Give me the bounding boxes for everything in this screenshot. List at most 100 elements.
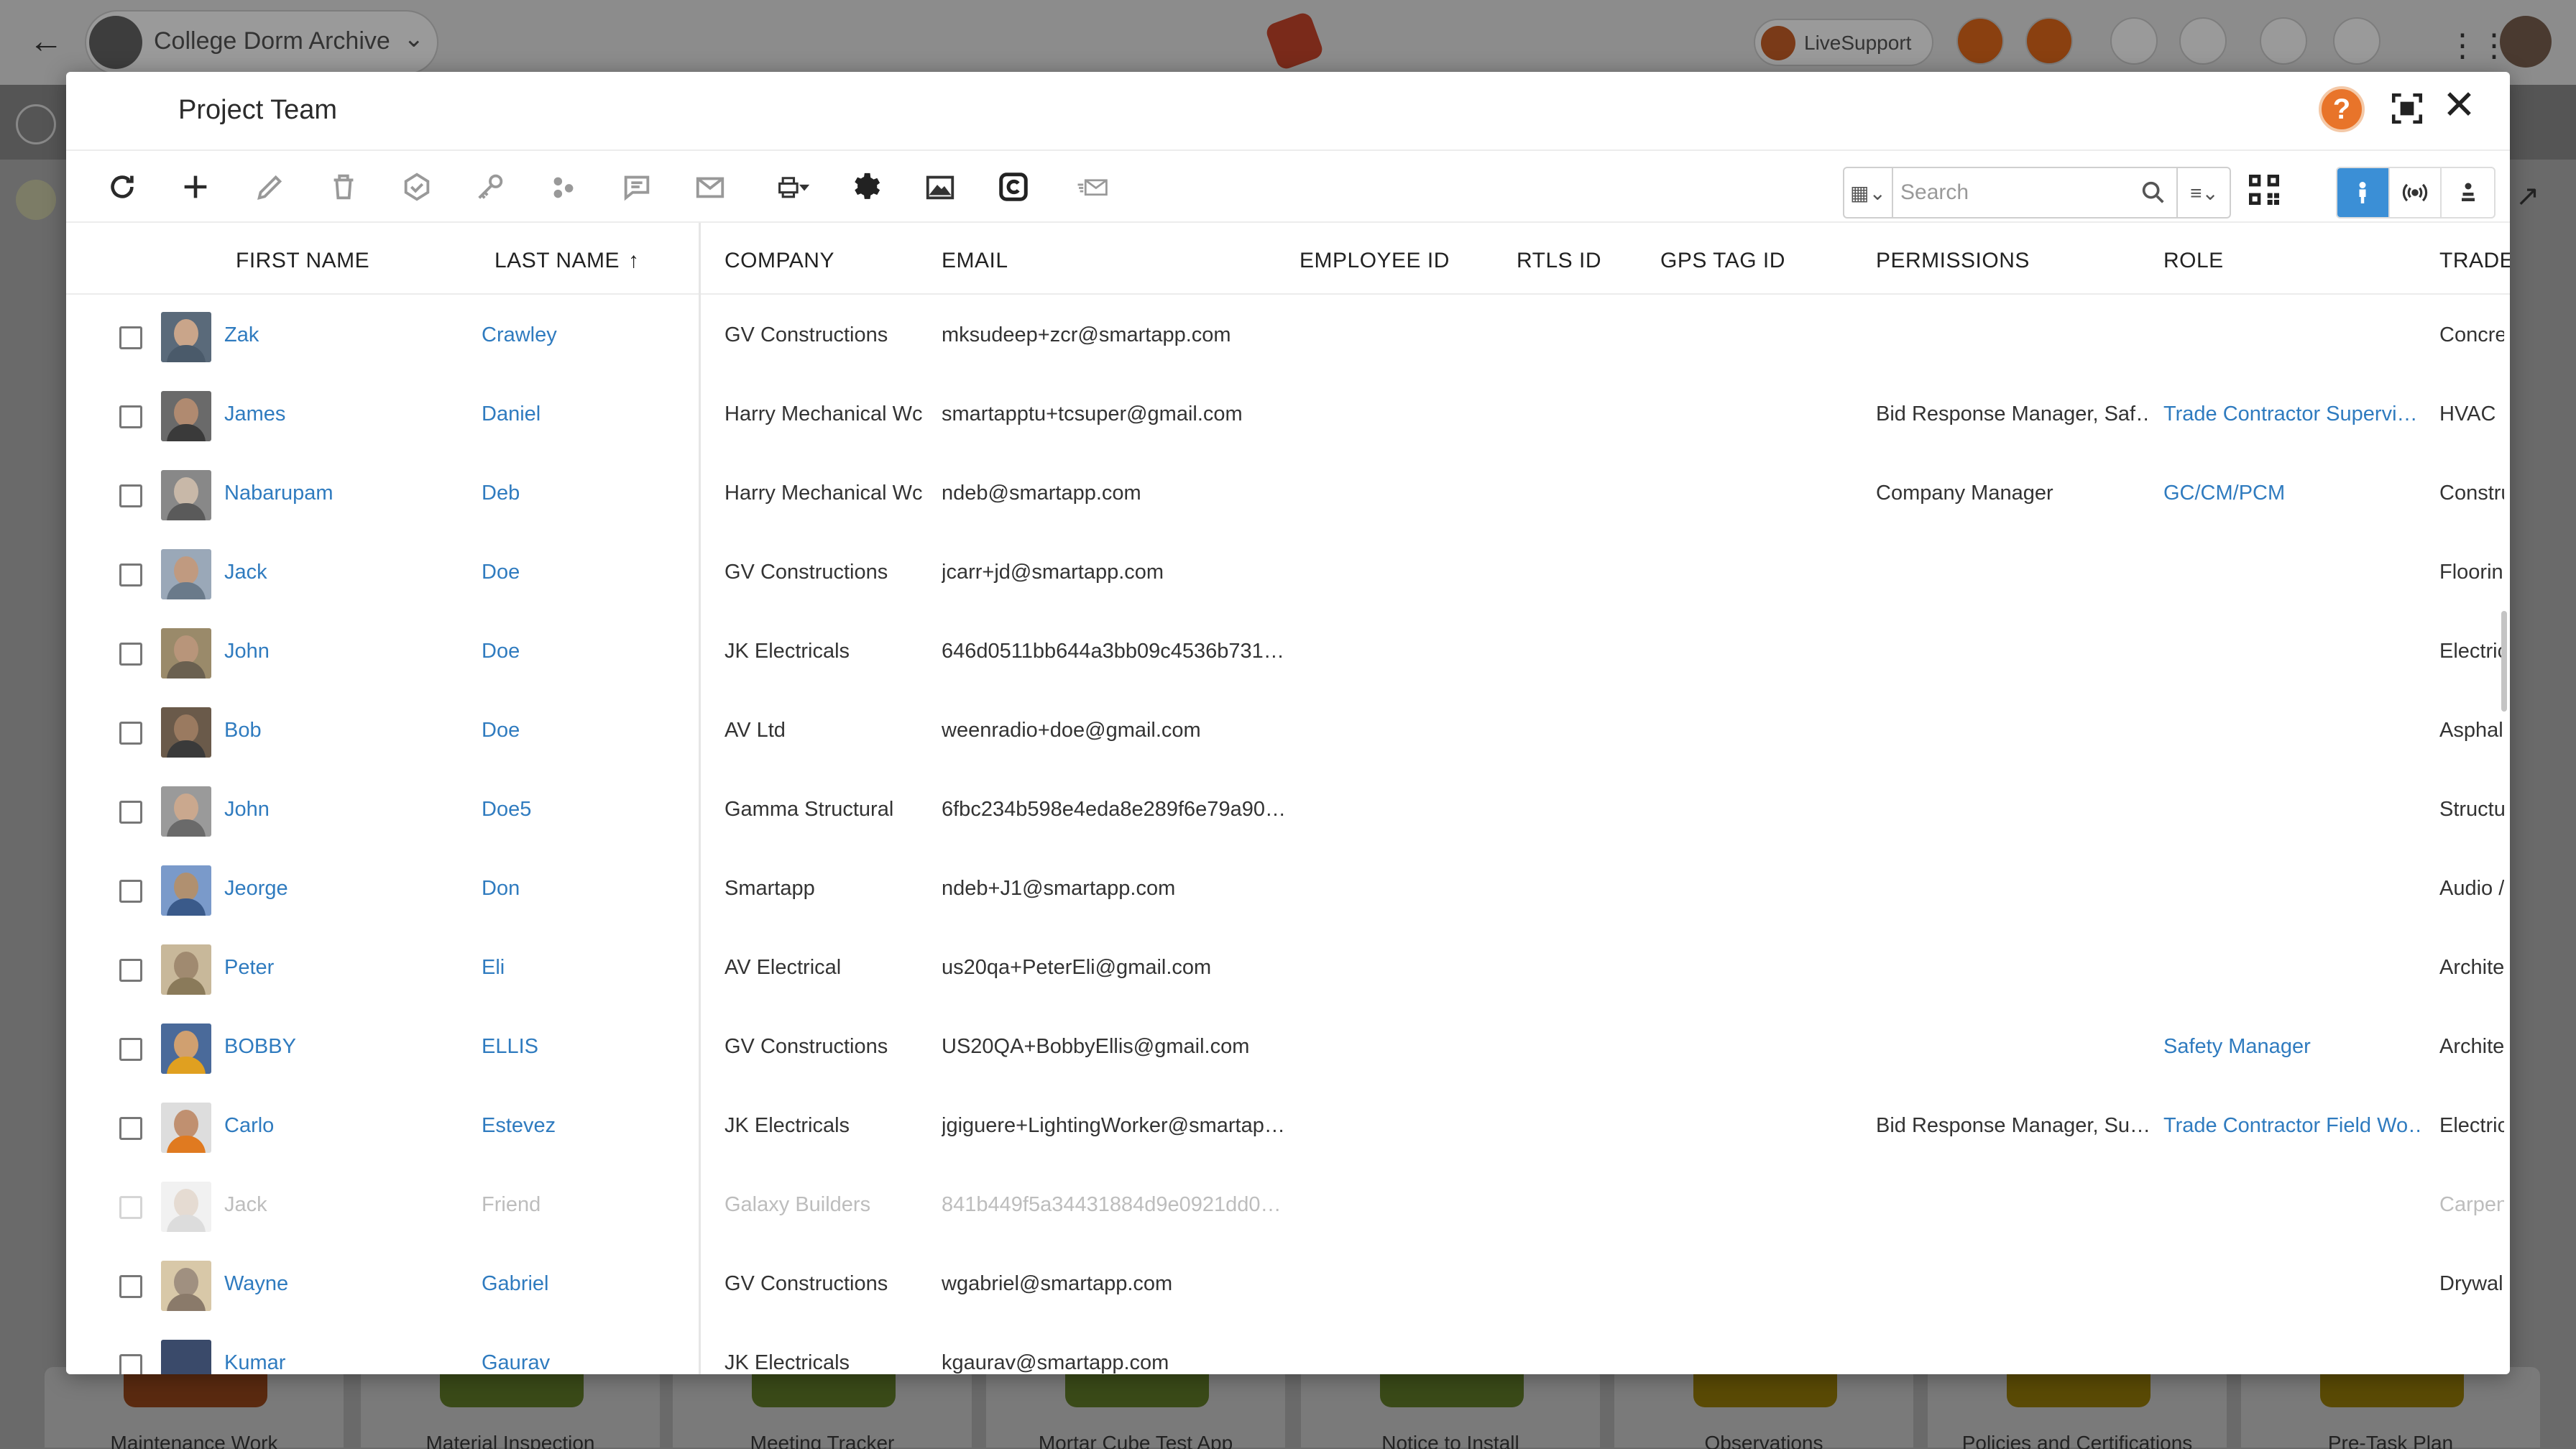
table-row[interactable]: Jack Doe GV Constructions jcarr+jd@smartapp… [66, 533, 2510, 612]
row-checkbox[interactable] [119, 326, 142, 349]
column-email[interactable]: EMAIL [942, 249, 1008, 273]
role-link[interactable]: GC/CM/PCM [2163, 482, 2422, 505]
column-permissions[interactable]: PERMISSIONS [1876, 249, 2030, 273]
team-icon[interactable] [543, 167, 584, 207]
edit-icon[interactable] [250, 167, 290, 207]
first-name-link[interactable]: Bob [224, 719, 461, 742]
qr-code-icon[interactable] [2244, 170, 2284, 210]
last-name-link[interactable]: Daniel [482, 402, 683, 426]
table-row[interactable]: James Daniel Harry Mechanical Wc smartapptu… [66, 375, 2510, 454]
row-checkbox[interactable] [119, 564, 142, 586]
row-checkbox[interactable] [119, 722, 142, 745]
close-icon[interactable]: ✕ [2442, 83, 2476, 126]
print-icon[interactable] [768, 167, 818, 207]
table-row[interactable]: Wayne Gabriel GV Constructions wgabriel@sma… [66, 1245, 2510, 1324]
key-icon[interactable] [470, 167, 510, 207]
table-row[interactable]: Jack Friend Galaxy Builders 841b449f5a34431… [66, 1166, 2510, 1245]
last-name-link[interactable]: Friend [482, 1193, 683, 1217]
back-arrow-icon[interactable]: ← [29, 22, 63, 61]
network-icon[interactable] [2179, 17, 2227, 65]
person-view-icon[interactable] [2337, 168, 2390, 217]
help-icon[interactable]: ? [2319, 86, 2365, 132]
first-name-link[interactable]: Jeorge [224, 877, 461, 901]
filter-dropdown-icon[interactable]: ≡⌄ [2176, 168, 2231, 217]
table-row[interactable]: Nabarupam Deb Harry Mechanical Wc ndeb@smar… [66, 454, 2510, 533]
fullscreen-icon[interactable] [2389, 91, 2425, 126]
sidebar-toggle-icon[interactable] [16, 104, 56, 144]
table-row[interactable]: Peter Eli AV Electrical us20qa+PeterEli@gma… [66, 929, 2510, 1008]
column-rtls-id[interactable]: RTLS ID [1517, 249, 1601, 273]
first-name-link[interactable]: Jack [224, 1193, 461, 1217]
chat-icon[interactable] [617, 167, 657, 207]
last-name-link[interactable]: Doe5 [482, 798, 683, 822]
table-row[interactable]: BOBBY ELLIS GV Constructions US20QA+BobbyEl… [66, 1008, 2510, 1087]
add-icon[interactable] [175, 167, 216, 207]
row-checkbox[interactable] [119, 405, 142, 428]
column-last-name[interactable]: LAST NAME ↑ [494, 249, 640, 273]
first-name-link[interactable]: BOBBY [224, 1035, 461, 1059]
table-row[interactable]: Bob Doe AV Ltd weenradio+doe@gmail.com Aspha… [66, 691, 2510, 770]
notifications-icon[interactable] [2333, 17, 2380, 65]
table-row[interactable]: John Doe5 Gamma Structural 6fbc234b598e4eda… [66, 770, 2510, 850]
table-row[interactable]: Jeorge Don Smartapp ndeb+J1@smartapp.com Aud… [66, 850, 2510, 929]
tile-mortar-cube-test[interactable]: Mortar Cube Test App [985, 1366, 1287, 1449]
table-row[interactable]: John Doe JK Electricals 646d0511bb644a3bb09… [66, 612, 2510, 691]
first-name-link[interactable]: Peter [224, 956, 461, 980]
role-link[interactable]: Trade Contractor Field Wo… [2163, 1114, 2422, 1138]
last-name-link[interactable]: Don [482, 877, 683, 901]
last-name-link[interactable]: Estevez [482, 1114, 683, 1138]
first-name-link[interactable]: Kumar [224, 1351, 461, 1374]
image-gallery-icon[interactable] [920, 167, 960, 207]
last-name-link[interactable]: Doe [482, 719, 683, 742]
role-link[interactable]: Trade Contractor Supervi… [2163, 402, 2422, 426]
first-name-link[interactable]: James [224, 402, 461, 426]
table-row[interactable]: Carlo Estevez JK Electricals jgiguere+Light… [66, 1087, 2510, 1166]
last-name-link[interactable]: Eli [482, 956, 683, 980]
first-name-link[interactable]: Nabarupam [224, 482, 461, 505]
last-name-link[interactable]: Doe [482, 640, 683, 663]
last-name-link[interactable]: Gabriel [482, 1272, 683, 1296]
column-gps-tag-id[interactable]: GPS TAG ID [1660, 249, 1785, 273]
tile-material-inspection[interactable]: Material Inspection [359, 1366, 661, 1449]
mail-icon[interactable] [690, 167, 730, 207]
first-name-link[interactable]: Zak [224, 323, 461, 347]
first-name-link[interactable]: John [224, 640, 461, 663]
settings-gear-icon[interactable] [845, 167, 886, 207]
role-link[interactable]: Safety Manager [2163, 1035, 2422, 1059]
tile-pre-task-plan[interactable]: Pre-Task Plan [2240, 1366, 2542, 1449]
search-input[interactable] [1900, 175, 2138, 210]
external-link-icon[interactable]: ↗ [2516, 180, 2540, 213]
first-name-link[interactable]: John [224, 798, 461, 822]
row-checkbox[interactable] [119, 959, 142, 982]
row-checkbox[interactable] [119, 1196, 142, 1219]
delete-icon[interactable] [323, 167, 364, 207]
device-icon[interactable] [2110, 17, 2158, 65]
search-scope-dropdown[interactable]: ▦⌄ [1844, 168, 1893, 217]
last-name-link[interactable]: Doe [482, 561, 683, 584]
refresh-icon[interactable] [102, 167, 142, 207]
last-name-link[interactable]: Crawley [482, 323, 683, 347]
user-avatar[interactable] [2500, 16, 2552, 68]
help-icon[interactable] [1956, 17, 2004, 65]
vertical-scrollbar[interactable] [2501, 611, 2507, 712]
first-name-link[interactable]: Jack [224, 561, 461, 584]
tile-observations[interactable]: Observations [1613, 1366, 1915, 1449]
last-name-link[interactable]: Gaurav [482, 1351, 683, 1374]
worker-view-icon[interactable] [2442, 168, 2494, 217]
first-name-link[interactable]: Wayne [224, 1272, 461, 1296]
table-row[interactable]: Zak Crawley GV Constructions mksudeep+zcr@s… [66, 296, 2510, 375]
home-icon[interactable] [16, 180, 56, 220]
column-trade[interactable]: TRADE [2439, 249, 2510, 273]
row-checkbox[interactable] [119, 1038, 142, 1061]
column-role[interactable]: ROLE [2163, 249, 2224, 273]
column-employee-id[interactable]: EMPLOYEE ID [1300, 249, 1450, 273]
live-support-button[interactable]: LiveSupport [1754, 19, 1933, 66]
copyright-icon[interactable] [993, 167, 1034, 207]
tile-meeting-tracker[interactable]: Meeting Tracker [671, 1366, 973, 1449]
row-checkbox[interactable] [119, 643, 142, 666]
rtls-signal-icon[interactable] [2390, 168, 2442, 217]
forms-icon[interactable] [2260, 17, 2307, 65]
column-company[interactable]: COMPANY [724, 249, 834, 273]
first-name-link[interactable]: Carlo [224, 1114, 461, 1138]
tile-notice-to-install[interactable]: Notice to Install [1300, 1366, 1601, 1449]
